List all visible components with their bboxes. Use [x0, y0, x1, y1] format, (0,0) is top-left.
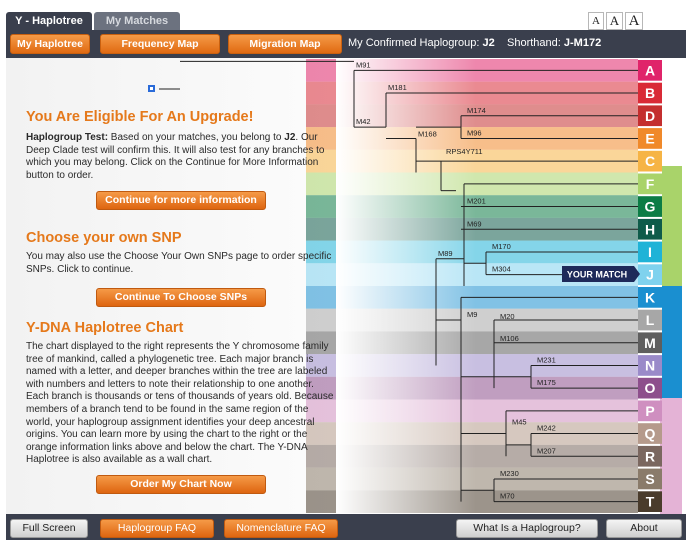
snp-line-2: SNPs. Click to continue.	[26, 263, 134, 275]
snp-label: M20	[500, 312, 515, 321]
haplogroup-letter: E	[645, 130, 654, 146]
snp-label: M175	[537, 378, 556, 387]
haplogroup-letter: R	[645, 448, 655, 464]
chart-info-line: named with a letter, and deeper branches…	[26, 366, 328, 378]
haplogroup-letter: P	[645, 403, 654, 419]
main-area: M91 M181 M42 M168 M174 M96 RPS4Y711 M201 M69 M89 M…	[6, 58, 686, 514]
migration-map-button[interactable]: Migration Map	[228, 34, 342, 54]
snp-label: M230	[500, 469, 519, 478]
haplogroup-letter: O	[645, 380, 656, 396]
haplogroup-letter: J	[646, 267, 654, 283]
continue-more-info-button[interactable]: Continue for more information	[96, 191, 266, 210]
snp-text: You may also use the Choose Your Own SNP…	[26, 251, 386, 276]
confirmed-label: My Confirmed Haplogroup:	[348, 37, 480, 49]
haplogroup-letter: G	[645, 199, 656, 215]
snp-label: M106	[500, 334, 519, 343]
what-is-haplogroup-button[interactable]: What Is a Haplogroup?	[456, 519, 598, 538]
confirmed-haplogroup: My Confirmed Haplogroup: J2 Shorthand: J…	[348, 35, 601, 51]
order-chart-button[interactable]: Order My Chart Now	[96, 475, 266, 494]
snp-label: M304	[492, 265, 511, 274]
upgrade-text: Haplogroup Test: Based on your matches, …	[26, 132, 386, 182]
chart-info-line: Each branch is thousands or tens of thou…	[26, 391, 334, 403]
chart-info-line: members of a branch tend to be found in …	[26, 403, 309, 415]
tab-y-haplotree[interactable]: Y - Haplotree	[6, 12, 92, 30]
haplogroup-letter: M	[644, 335, 656, 351]
your-match-marker[interactable]: YOUR MATCH	[562, 266, 640, 282]
snp-label: RPS4Y711	[446, 147, 483, 156]
chart-info-line: orange information links above and below…	[26, 441, 308, 453]
haplogroup-letter: T	[646, 494, 655, 510]
upgrade-line-1: Haplogroup Test: Based on your matches, …	[26, 132, 318, 143]
tab-my-matches[interactable]: My Matches	[94, 12, 180, 30]
snp-label: M168	[418, 129, 437, 138]
chart-info-line: tree of mankind, called a phylogenetic t…	[26, 353, 314, 365]
shorthand-label: Shorthand:	[507, 37, 561, 49]
snp-label: M69	[467, 219, 482, 228]
haplogroup-letter: F	[646, 176, 655, 192]
root-marker	[148, 85, 180, 92]
haplogroup-letter: I	[648, 244, 652, 260]
nomenclature-faq-button[interactable]: Nomenclature FAQ	[224, 519, 338, 538]
chart-info-line: origins. You can learn more by using the…	[26, 429, 308, 441]
upgrade-line-2: Deep Clade test will confirm this. It wi…	[26, 144, 325, 156]
snp-label: M9	[467, 310, 477, 319]
chart-info-line: world, your haplogroup assignment identi…	[26, 416, 315, 428]
snp-label: M170	[492, 242, 511, 251]
font-medium-button[interactable]: A	[606, 12, 623, 30]
snp-label: M174	[467, 106, 486, 115]
chart-info-heading: Y-DNA Haplotree Chart	[26, 320, 184, 336]
snp-line-1: You may also use the Choose Your Own SNP…	[26, 251, 332, 262]
font-size-controls: A A A	[588, 12, 643, 30]
snp-label: M242	[537, 424, 556, 433]
haplogroup-letter: Q	[645, 426, 656, 442]
full-screen-button[interactable]: Full Screen	[10, 519, 88, 538]
your-match-label: YOUR MATCH	[567, 270, 627, 280]
snp-label: M96	[467, 128, 482, 137]
haplogroup-letter: D	[645, 108, 655, 124]
haplogroup-letter: K	[645, 289, 655, 305]
haplogroup-letter: L	[646, 312, 655, 328]
snp-label: M231	[537, 355, 556, 364]
haplogroup-letter: H	[645, 221, 655, 237]
chart-info-line: Haplotree is also available as a wall ch…	[26, 454, 213, 466]
snp-label: M207	[537, 446, 556, 455]
rail-p	[660, 398, 682, 514]
haplogroup-letter: N	[645, 357, 655, 373]
upgrade-heading: You Are Eligible For An Upgrade!	[26, 109, 254, 125]
chart-info-line: with numbers and letters to note their r…	[26, 378, 314, 390]
snp-label: M181	[388, 83, 407, 92]
rail-f	[662, 166, 682, 296]
snp-label: M45	[512, 418, 527, 427]
snp-label: M89	[438, 249, 453, 258]
haplogroup-faq-button[interactable]: Haplogroup FAQ	[100, 519, 214, 538]
haplogroup-letter: S	[645, 471, 654, 487]
my-haplotree-button[interactable]: My Haplotree	[10, 34, 90, 54]
bottom-bar: Full Screen Haplogroup FAQ Nomenclature …	[6, 514, 686, 540]
snp-label: M70	[500, 492, 515, 501]
about-button[interactable]: About	[606, 519, 682, 538]
continue-choose-snps-button[interactable]: Continue To Choose SNPs	[96, 288, 266, 307]
chart-info-line: The chart displayed to the right represe…	[26, 341, 329, 352]
shorthand-value: J-M172	[563, 37, 602, 49]
snp-label: M91	[356, 60, 371, 69]
upgrade-line-4: button to order.	[26, 169, 94, 181]
frequency-map-button[interactable]: Frequency Map	[100, 34, 220, 54]
font-large-button[interactable]: A	[625, 12, 643, 30]
haplogroup-letter: B	[645, 85, 655, 101]
snp-label: M201	[467, 197, 486, 206]
snp-heading: Choose your own SNP	[26, 230, 182, 246]
upgrade-line-3: which you may belong. Click on the Conti…	[26, 157, 319, 169]
chart-info-text: The chart displayed to the right represe…	[26, 341, 396, 467]
snp-label: M42	[356, 117, 371, 126]
haplogroup-letter: C	[645, 153, 655, 169]
font-small-button[interactable]: A	[588, 12, 604, 30]
confirmed-value: J2	[482, 37, 495, 49]
nav-bar: My Haplotree Frequency Map Migration Map…	[6, 30, 686, 58]
haplogroup-letter: A	[645, 62, 655, 78]
